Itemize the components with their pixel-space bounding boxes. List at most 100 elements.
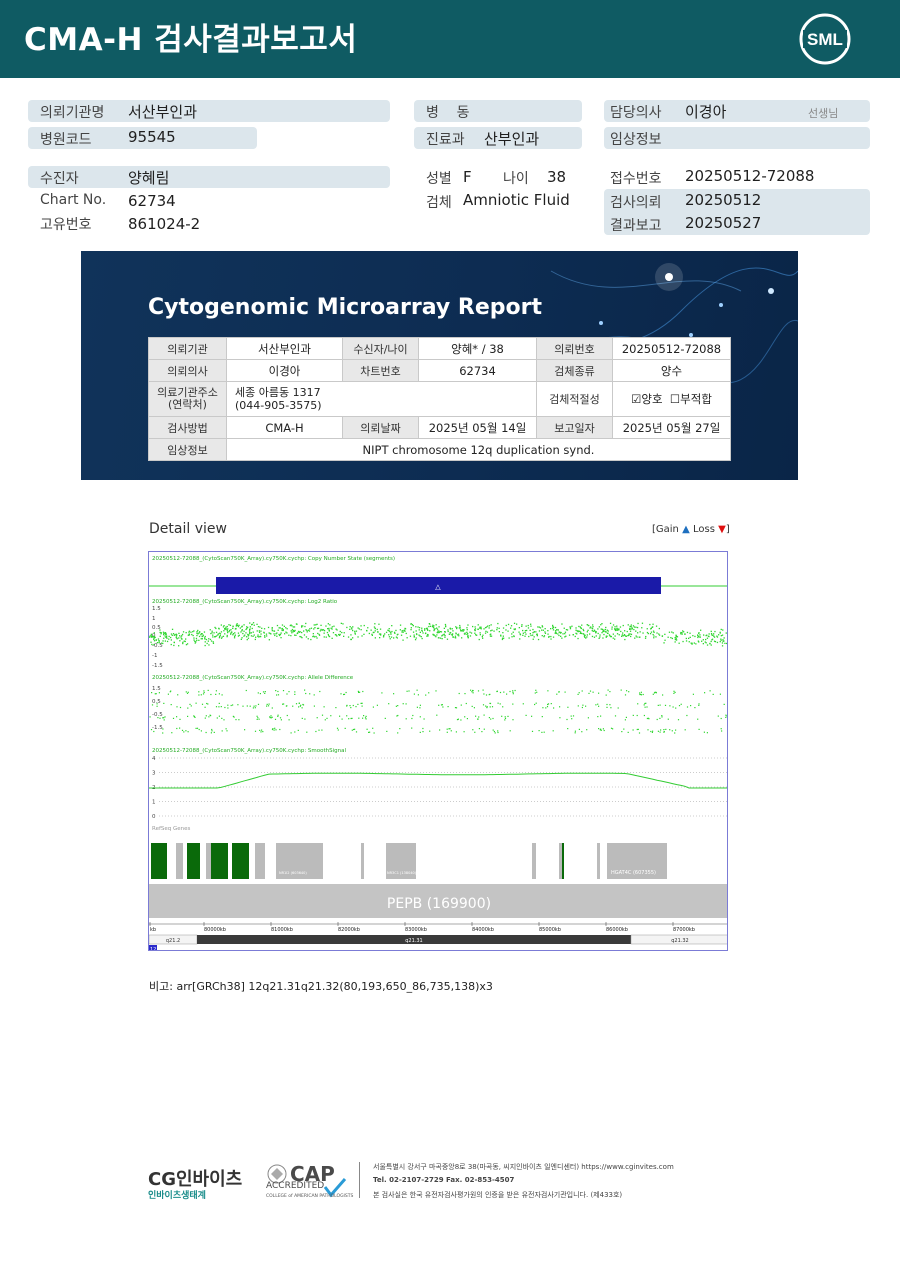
log2-point — [720, 635, 722, 637]
log2-point — [190, 631, 192, 633]
allele-point — [471, 705, 473, 707]
allele-point — [162, 732, 164, 734]
log2-point — [560, 635, 562, 637]
log2-point — [308, 630, 311, 632]
log2-point — [255, 636, 257, 638]
allele-point — [162, 728, 164, 730]
axis-tick-label: -1 — [152, 653, 157, 659]
log2-point — [488, 625, 491, 627]
log2-point — [511, 636, 513, 638]
log2-point — [606, 632, 609, 634]
log2-point — [496, 629, 498, 631]
log2-point — [323, 630, 326, 632]
allele-point — [499, 691, 502, 694]
allele-point — [172, 717, 175, 719]
log2-point — [360, 625, 362, 627]
log2-point — [210, 640, 213, 642]
log2-point — [622, 632, 624, 634]
log2-point — [653, 631, 655, 633]
adequacy-cell: ☑양호 ☐부적합 — [612, 381, 731, 417]
allele-point — [632, 729, 634, 731]
log2-point — [238, 624, 240, 626]
log2-point — [339, 630, 341, 633]
remark: 비고: arr[GRCh38] 12q21.31q21.32(80,193,65… — [149, 978, 493, 994]
log2-point — [166, 637, 168, 639]
log2-point — [544, 631, 546, 633]
allele-point — [259, 693, 261, 695]
log2-point — [618, 634, 620, 636]
allele-point — [703, 731, 705, 733]
allele-point — [218, 693, 220, 695]
log2-point — [713, 633, 715, 635]
log2-point — [215, 627, 217, 630]
allele-point — [656, 718, 658, 721]
svg-text:△: △ — [435, 583, 441, 591]
log2-point — [374, 630, 376, 632]
allele-point — [203, 690, 205, 692]
log2-point — [612, 633, 614, 635]
allele-point — [206, 702, 208, 705]
allele-point — [257, 717, 259, 719]
log2-point — [203, 631, 206, 633]
log2-point — [191, 633, 193, 636]
log2-point — [413, 634, 415, 636]
report-banner: Cytogenomic Microarray Report 의뢰기관 서산부인과… — [81, 251, 798, 480]
log2-point — [518, 631, 520, 633]
log2-point — [237, 625, 240, 628]
code-label: 병원코드 — [40, 132, 92, 148]
allele-point — [264, 691, 266, 693]
allele-point — [581, 731, 583, 733]
log2-point — [331, 628, 333, 630]
log2-point — [524, 635, 526, 637]
log2-point — [170, 643, 172, 646]
log2-point — [247, 633, 249, 636]
allele-point — [350, 707, 352, 709]
log2-point — [441, 635, 443, 637]
log2-point — [592, 624, 594, 626]
allele-point — [507, 715, 509, 717]
allele-point — [567, 728, 569, 730]
log2-point — [273, 633, 275, 635]
log2-point — [602, 629, 604, 631]
allele-point — [305, 692, 307, 695]
log2-point — [193, 630, 195, 632]
log2-point — [160, 632, 162, 634]
log2-point — [650, 631, 653, 633]
log2-point — [232, 627, 234, 629]
allele-point — [664, 704, 667, 706]
allele-point — [258, 718, 260, 720]
log2-point — [346, 626, 348, 629]
allele-point — [205, 715, 207, 717]
log2-point — [299, 635, 301, 638]
adequacy-bad: 부적합 — [680, 392, 712, 406]
log2-point — [438, 626, 440, 628]
allele-point — [657, 730, 659, 732]
receipt-value: 20250512-72088 — [685, 167, 815, 185]
allele-point — [655, 691, 657, 693]
allele-point — [352, 704, 354, 707]
allele-point — [260, 731, 262, 733]
log2-point — [630, 628, 632, 630]
allele-point — [177, 694, 179, 696]
allele-point — [238, 719, 240, 721]
cell-v: 20250512-72088 — [612, 337, 731, 360]
allele-point — [361, 705, 363, 707]
allele-point — [195, 727, 197, 729]
log2-point — [556, 629, 558, 631]
log2-point — [550, 628, 552, 630]
log2-point — [193, 639, 195, 641]
log2-point — [371, 634, 373, 636]
allele-point — [627, 731, 629, 733]
code-value: 95545 — [128, 128, 176, 146]
allele-point — [271, 707, 273, 709]
gene-c-label: HGAT4C (607355) — [611, 870, 656, 876]
allele-point — [623, 728, 625, 730]
allele-point — [512, 691, 514, 693]
log2-point — [443, 634, 445, 636]
log2-point — [276, 624, 279, 627]
log2-point — [583, 629, 585, 632]
log2-point — [469, 631, 471, 633]
log2-point — [350, 638, 352, 641]
log2-point — [250, 632, 252, 634]
allele-point — [419, 704, 421, 706]
